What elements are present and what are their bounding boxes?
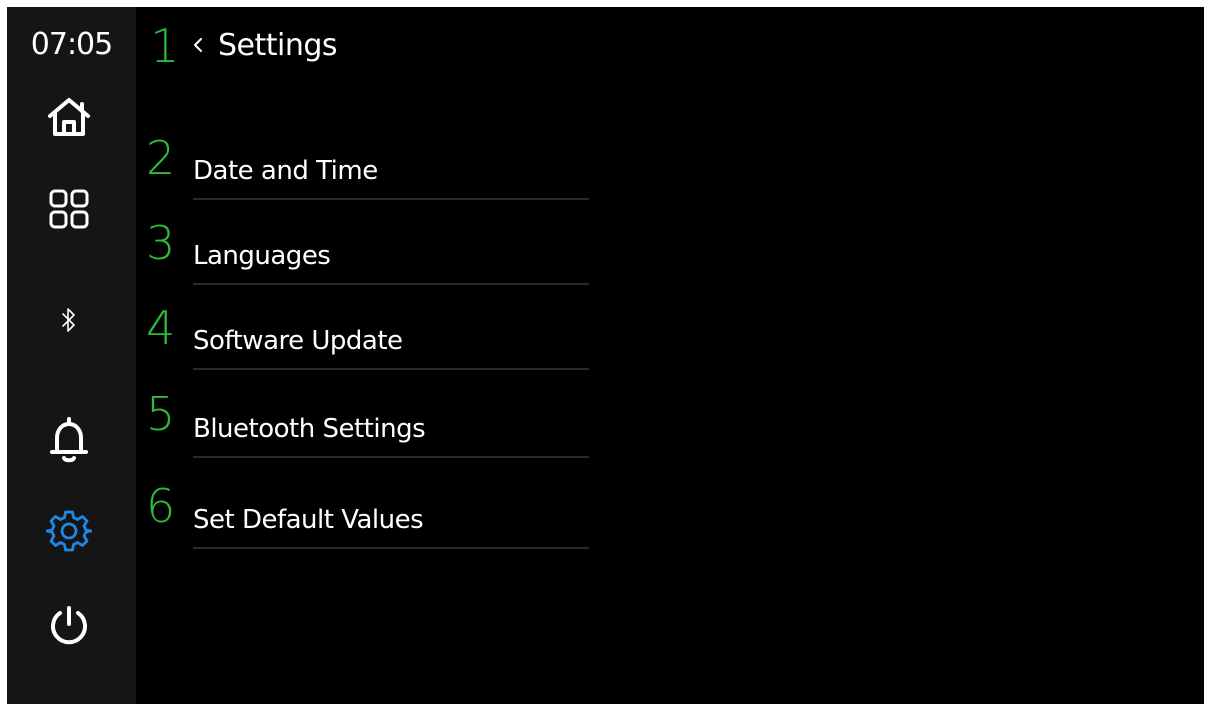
step-marker: 4 bbox=[146, 301, 176, 355]
bell-icon bbox=[50, 417, 88, 463]
divider bbox=[193, 198, 589, 200]
step-marker: 3 bbox=[146, 216, 176, 270]
sidebar-item-apps[interactable] bbox=[41, 181, 97, 237]
step-marker: 5 bbox=[146, 387, 176, 441]
menu-item-label: Bluetooth Settings bbox=[193, 414, 426, 444]
menu-item-label: Date and Time bbox=[193, 156, 378, 186]
sidebar-item-bluetooth[interactable] bbox=[41, 292, 97, 348]
power-icon bbox=[51, 606, 87, 645]
divider bbox=[193, 547, 589, 549]
gear-icon bbox=[46, 510, 92, 552]
status-clock: 07:05 bbox=[30, 27, 113, 62]
menu-item-label: Set Default Values bbox=[193, 505, 424, 535]
menu-item-set-default-values[interactable]: Set Default Values bbox=[193, 493, 589, 549]
divider bbox=[193, 283, 589, 285]
sidebar-item-power[interactable] bbox=[41, 598, 97, 654]
menu-item-label: Languages bbox=[193, 241, 331, 271]
sidebar-item-home[interactable] bbox=[41, 89, 97, 145]
settings-panel: 1 Settings 2 Date and Time 3 Languages 4… bbox=[136, 7, 1204, 704]
menu-item-software-update[interactable]: Software Update bbox=[193, 314, 589, 370]
step-marker: 6 bbox=[146, 479, 176, 533]
divider bbox=[193, 368, 589, 370]
page-title: Settings bbox=[218, 27, 338, 63]
menu-item-languages[interactable]: Languages bbox=[193, 229, 589, 285]
apps-grid-icon bbox=[49, 189, 89, 229]
sidebar: 07:05 bbox=[7, 7, 136, 704]
sidebar-item-notifications[interactable] bbox=[41, 412, 97, 468]
bluetooth-icon bbox=[62, 308, 75, 332]
menu-item-bluetooth-settings[interactable]: Bluetooth Settings bbox=[193, 402, 589, 458]
menu-item-date-and-time[interactable]: Date and Time bbox=[193, 144, 589, 200]
infotainment-screen: 07:05 1 Settings 2 Date and Time 3 Langu… bbox=[7, 7, 1204, 704]
home-icon bbox=[48, 98, 90, 136]
sidebar-item-settings[interactable] bbox=[41, 503, 97, 559]
divider bbox=[193, 456, 589, 458]
step-marker: 2 bbox=[146, 131, 176, 185]
menu-item-label: Software Update bbox=[193, 326, 403, 356]
chevron-left-icon bbox=[192, 23, 208, 67]
step-marker: 1 bbox=[150, 19, 180, 73]
back-button[interactable]: Settings bbox=[192, 23, 338, 67]
